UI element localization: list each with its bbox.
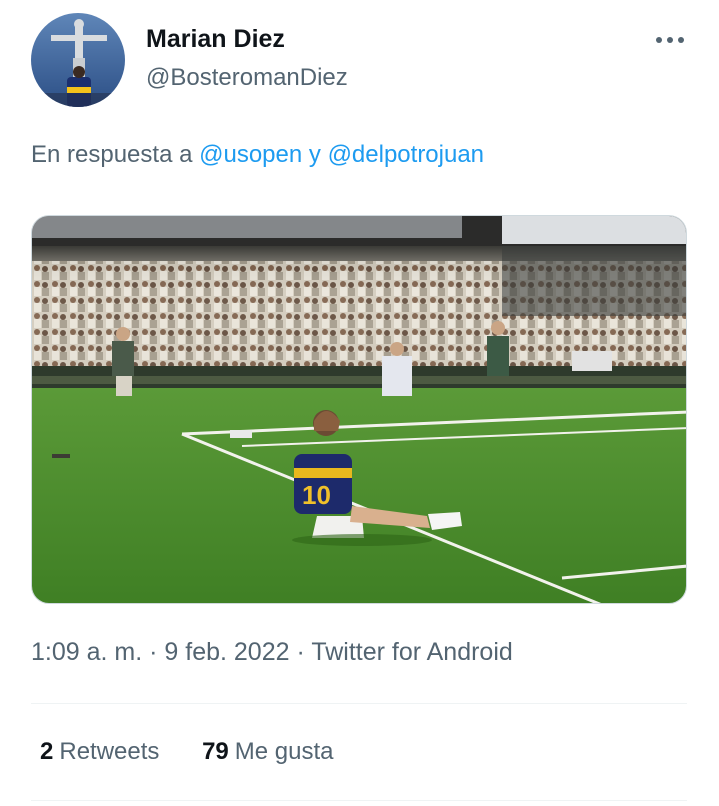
tweet-photo[interactable]: 10: [31, 215, 687, 604]
likes-count: 79: [202, 738, 229, 765]
author-avatar[interactable]: [31, 13, 125, 107]
avatar-image: [31, 13, 125, 107]
reply-prefix: En respuesta a: [31, 141, 193, 168]
tweet-header: Marian Diez @BosteromanDiez: [0, 0, 719, 120]
meta-separator: ·: [296, 638, 305, 666]
author-handle[interactable]: @BosteromanDiez: [146, 64, 348, 92]
tennis-court-photo: 10: [32, 216, 686, 603]
retweets-stat[interactable]: 2 Retweets: [40, 738, 159, 766]
retweets-count: 2: [40, 738, 54, 765]
author-display-name[interactable]: Marian Diez: [146, 25, 285, 54]
jersey-number-text: 10: [302, 480, 331, 510]
tweet-time[interactable]: 1:09 a. m.: [31, 638, 142, 666]
retweets-label: Retweets: [59, 738, 160, 765]
likes-stat[interactable]: 79 Me gusta: [202, 738, 333, 766]
divider: [31, 703, 687, 704]
meta-separator: ·: [149, 638, 158, 666]
more-options-button[interactable]: [646, 22, 694, 58]
tweet-source[interactable]: Twitter for Android: [311, 638, 512, 666]
reply-context: En respuesta a @usopen y @delpotrojuan: [31, 141, 484, 169]
mention-delpotrojuan[interactable]: @delpotrojuan: [328, 141, 484, 168]
tweet-meta: 1:09 a. m. · 9 feb. 2022 · Twitter for A…: [31, 638, 513, 667]
tweet-date[interactable]: 9 feb. 2022: [164, 638, 289, 666]
more-horizontal-icon: [656, 37, 684, 43]
mention-joiner: y: [308, 141, 321, 168]
likes-label: Me gusta: [234, 738, 334, 765]
divider: [31, 800, 687, 801]
tweet-stats: 2 Retweets 79 Me gusta: [40, 738, 370, 766]
mention-usopen[interactable]: @usopen: [199, 141, 302, 168]
